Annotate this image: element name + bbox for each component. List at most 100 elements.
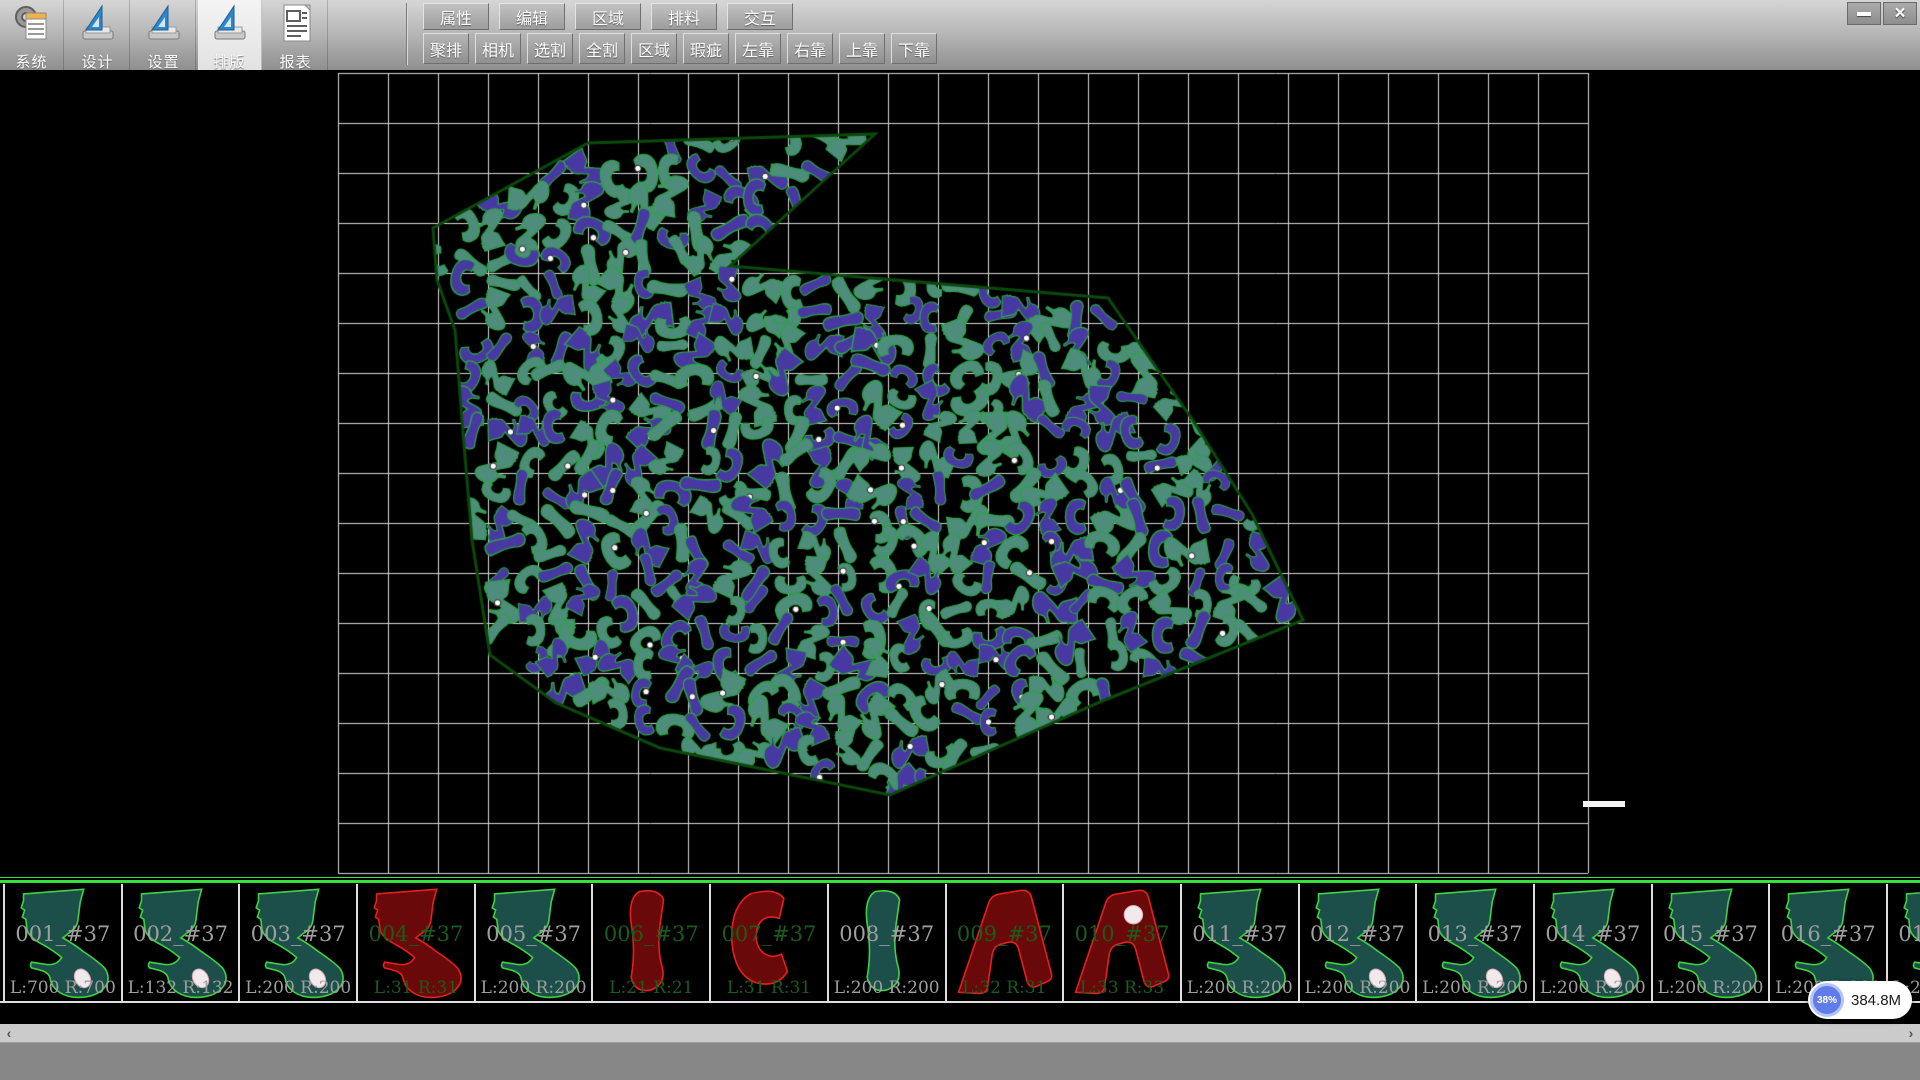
piece-id-label: 012_#37 — [1300, 922, 1416, 946]
progress-circle: 38% — [1810, 983, 1844, 1017]
menu-tab-4[interactable]: 排料 — [651, 3, 717, 30]
nesting-canvas-area — [0, 70, 1920, 877]
piece-lr-count: L:32 R:31 — [947, 978, 1063, 998]
piece-lr-count: L:200 R:200 — [1653, 978, 1769, 998]
piece-id-label: 006_#37 — [593, 922, 709, 946]
minimize-button[interactable] — [1847, 2, 1881, 25]
tool-button-9[interactable]: 上靠 — [839, 33, 885, 64]
piece-lr-count: L:200 R:200 — [240, 978, 356, 998]
design-icon — [78, 3, 118, 45]
toolbar: 系统设计设置排版报表 属性编辑区域排料交互 聚排相机选割全割区域瑕疵左靠右靠上靠… — [0, 0, 1920, 71]
tool-button-7[interactable]: 左靠 — [735, 33, 781, 64]
nesting-canvas[interactable] — [0, 70, 1920, 877]
piece-thumbnail-004_#37[interactable]: 004_#37 L:31 R:31 — [358, 884, 476, 1001]
piece-id-label: 016_#37 — [1770, 922, 1886, 946]
piece-thumbnail-015_#37[interactable]: 015_#37 L:200 R:200 — [1653, 884, 1771, 1001]
menu-tab-1[interactable]: 属性 — [423, 3, 489, 30]
piece-lr-count: L:31 R:31 — [358, 978, 474, 998]
progress-percent: 38% — [1817, 995, 1837, 1006]
close-icon: × — [1894, 4, 1905, 23]
piece-lr-count: L:200 R:200 — [1535, 978, 1651, 998]
piece-id-label: 002_#37 — [123, 922, 239, 946]
piece-id-label: 005_#37 — [476, 922, 592, 946]
tool-button-5[interactable]: 区域 — [631, 33, 677, 64]
strip-separator-line-thick — [0, 880, 1920, 883]
canvas-scroll-thumb[interactable] — [1583, 801, 1625, 807]
tool-button-6[interactable]: 瑕疵 — [683, 33, 729, 64]
piece-thumbnail-003_#37[interactable]: 003_#37 L:200 R:200 — [240, 884, 358, 1001]
piece-lr-count: L:132 R:132 — [123, 978, 239, 998]
piece-thumbnail-005_#37[interactable]: 005_#37 L:200 R:200 — [476, 884, 594, 1001]
tool-button-row: 聚排相机选割全割区域瑕疵左靠右靠上靠下靠 — [423, 33, 937, 64]
piece-lr-count: L:700 R:700 — [5, 978, 121, 998]
piece-id-label: 001_#37 — [5, 922, 121, 946]
horizontal-scrollbar[interactable]: ‹ › — [0, 1024, 1920, 1042]
piece-thumbnail-007_#37[interactable]: 007_#37 L:31 R:31 — [711, 884, 829, 1001]
piece-thumbnail-006_#37[interactable]: 006_#37 L:21 R:21 — [593, 884, 711, 1001]
status-bar — [0, 1042, 1920, 1080]
settings-icon — [144, 3, 184, 45]
piece-id-label: 007_#37 — [711, 922, 827, 946]
piece-lr-count: L:31 R:31 — [711, 978, 827, 998]
piece-lr-count: L:200 R:200 — [1182, 978, 1298, 998]
piece-thumbnail-013_#37[interactable]: 013_#37 L:200 R:200 — [1417, 884, 1535, 1001]
main-button-label: 系统 — [0, 51, 63, 72]
close-button[interactable]: × — [1883, 2, 1917, 25]
menu-tab-3[interactable]: 区域 — [575, 3, 641, 30]
window-controls: × — [1847, 2, 1917, 25]
piece-thumbnail-strip: 001_#37L:700 R:700002_#37L:132 R:132003_… — [0, 884, 1920, 1003]
nesting-app-window: 系统设计设置排版报表 属性编辑区域排料交互 聚排相机选割全割区域瑕疵左靠右靠上靠… — [0, 0, 1920, 1080]
piece-thumbnail-002_#37[interactable]: 002_#37 L:132 R:132 — [123, 884, 241, 1001]
main-button-report[interactable]: 报表 — [264, 0, 328, 70]
piece-thumbnail-012_#37[interactable]: 012_#37 L:200 R:200 — [1300, 884, 1418, 1001]
main-button-design[interactable]: 设计 — [66, 0, 130, 70]
piece-thumbnail-011_#37[interactable]: 011_#37 L:200 R:200 — [1182, 884, 1300, 1001]
menu-tab-5[interactable]: 交互 — [727, 3, 793, 30]
piece-lr-count: L:200 R:200 — [829, 978, 945, 998]
main-button-system[interactable]: 系统 — [0, 0, 64, 70]
piece-lr-count: L:200 R:200 — [1417, 978, 1533, 998]
minimize-icon — [1857, 12, 1871, 16]
report-icon — [276, 3, 316, 45]
main-button-label: 报表 — [264, 51, 327, 72]
piece-id-label: 017_#37 — [1888, 922, 1920, 946]
main-button-label: 排版 — [198, 51, 261, 72]
strip-separator-line-thin — [0, 877, 1920, 878]
menu-tab-2[interactable]: 编辑 — [499, 3, 565, 30]
progress-pill[interactable]: 38% 384.8M — [1808, 981, 1912, 1019]
piece-id-label: 015_#37 — [1653, 922, 1769, 946]
piece-id-label: 014_#37 — [1535, 922, 1651, 946]
tool-button-2[interactable]: 相机 — [475, 33, 521, 64]
menu-tab-row: 属性编辑区域排料交互 — [423, 3, 793, 30]
piece-thumbnail-001_#37[interactable]: 001_#37 L:700 R:700 — [3, 884, 123, 1001]
piece-lr-count: L:33 R:33 — [1064, 978, 1180, 998]
piece-lr-count: L:200 R:200 — [476, 978, 592, 998]
piece-id-label: 010_#37 — [1064, 922, 1180, 946]
system-icon — [12, 3, 52, 45]
scrollbar-left-arrow-icon[interactable]: ‹ — [0, 1024, 18, 1042]
tool-button-8[interactable]: 右靠 — [787, 33, 833, 64]
scrollbar-right-arrow-icon[interactable]: › — [1902, 1024, 1920, 1042]
tool-button-10[interactable]: 下靠 — [891, 33, 937, 64]
progress-size-label: 384.8M — [1851, 992, 1901, 1009]
tool-button-4[interactable]: 全割 — [579, 33, 625, 64]
toolbar-separator — [406, 3, 408, 65]
piece-thumbnail-009_#37[interactable]: 009_#37 L:32 R:31 — [947, 884, 1065, 1001]
piece-lr-count: L:200 R:200 — [1300, 978, 1416, 998]
piece-id-label: 008_#37 — [829, 922, 945, 946]
piece-thumbnail-010_#37[interactable]: 010_#37 L:33 R:33 — [1064, 884, 1182, 1001]
main-button-label: 设计 — [66, 51, 129, 72]
main-button-nesting[interactable]: 排版 — [198, 0, 262, 70]
piece-id-label: 011_#37 — [1182, 922, 1298, 946]
piece-id-label: 009_#37 — [947, 922, 1063, 946]
piece-id-label: 013_#37 — [1417, 922, 1533, 946]
nesting-icon — [210, 3, 250, 45]
piece-lr-count: L:21 R:21 — [593, 978, 709, 998]
piece-thumbnail-014_#37[interactable]: 014_#37 L:200 R:200 — [1535, 884, 1653, 1001]
piece-thumbnail-008_#37[interactable]: 008_#37 L:200 R:200 — [829, 884, 947, 1001]
tool-button-3[interactable]: 选割 — [527, 33, 573, 64]
tool-button-1[interactable]: 聚排 — [423, 33, 469, 64]
main-button-settings[interactable]: 设置 — [132, 0, 196, 70]
piece-id-label: 003_#37 — [240, 922, 356, 946]
piece-id-label: 004_#37 — [358, 922, 474, 946]
